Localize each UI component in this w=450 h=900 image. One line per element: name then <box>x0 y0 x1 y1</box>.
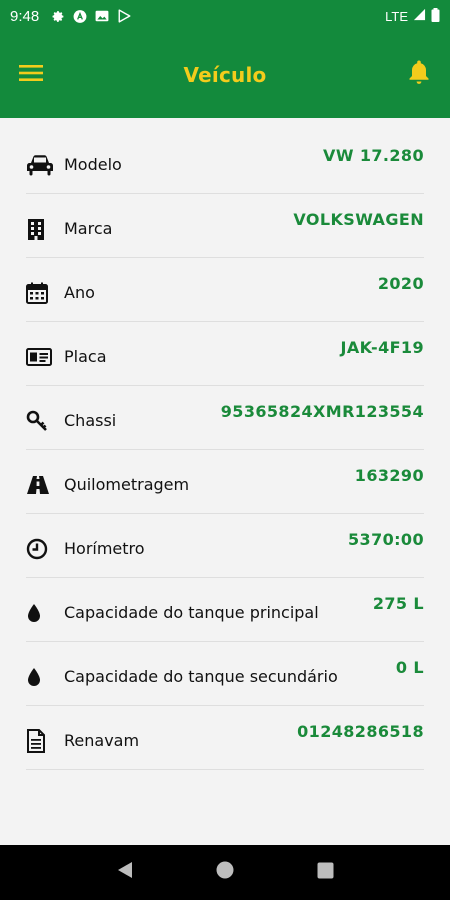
calendar-icon <box>26 281 54 305</box>
play-store-icon <box>117 9 131 23</box>
network-type: LTE <box>385 8 408 24</box>
field-value: 2020 <box>377 274 424 293</box>
recents-button[interactable] <box>313 861 337 885</box>
app-bar: Veículo <box>0 32 450 118</box>
field-label: Chassi <box>64 411 117 430</box>
document-icon <box>26 728 54 753</box>
field-label: Renavam <box>64 731 140 750</box>
page-title: Veículo <box>183 63 267 87</box>
field-value: 95365824XMR123554 <box>220 402 424 421</box>
building-icon <box>26 217 54 241</box>
field-row-tanque-secundario: Capacidade do tanque secundário 0 L <box>26 642 424 706</box>
field-row-quilometragem: Quilometragem 163290 <box>26 450 424 514</box>
field-value: 01248286518 <box>297 722 424 741</box>
car-icon <box>26 153 54 177</box>
gear-icon <box>51 9 65 23</box>
home-circle-icon <box>216 861 234 884</box>
notification-icons <box>51 9 131 23</box>
field-label: Capacidade do tanque secundário <box>64 667 338 686</box>
field-label: Ano <box>64 283 95 302</box>
menu-button[interactable] <box>18 62 44 88</box>
hamburger-icon <box>19 64 43 87</box>
field-label: Quilometragem <box>64 475 190 494</box>
system-navigation-bar <box>0 845 450 900</box>
field-row-horimetro: Horímetro 5370:00 <box>26 514 424 578</box>
vehicle-details: Modelo VW 17.280 Marca VOLKSWAGEN Ano 20… <box>0 118 450 845</box>
image-icon <box>95 9 109 23</box>
drop-icon <box>26 665 54 689</box>
key-icon <box>26 409 54 433</box>
home-button[interactable] <box>213 861 237 885</box>
back-button[interactable] <box>113 861 137 885</box>
a-circle-icon <box>73 9 87 23</box>
drop-icon <box>26 601 54 625</box>
status-time: 9:48 <box>10 7 40 25</box>
clock-icon <box>26 537 54 561</box>
recents-square-icon <box>317 862 334 884</box>
field-row-marca: Marca VOLKSWAGEN <box>26 194 424 258</box>
vehicle-field-list: Modelo VW 17.280 Marca VOLKSWAGEN Ano 20… <box>26 130 424 770</box>
field-value: JAK-4F19 <box>340 338 424 357</box>
back-triangle-icon <box>117 861 133 884</box>
field-label: Horímetro <box>64 539 145 558</box>
field-label: Marca <box>64 219 113 238</box>
field-row-modelo: Modelo VW 17.280 <box>26 130 424 194</box>
field-value: 5370:00 <box>348 530 424 549</box>
field-value: 0 L <box>395 658 424 677</box>
notifications-button[interactable] <box>404 59 434 89</box>
status-bar: 9:48 LTE <box>0 0 450 32</box>
battery-icon <box>431 7 440 25</box>
road-icon <box>26 473 54 497</box>
field-value: 275 L <box>372 594 424 613</box>
field-row-chassi: Chassi 95365824XMR123554 <box>26 386 424 450</box>
status-right: LTE <box>385 7 440 25</box>
bell-icon <box>408 59 430 90</box>
field-value: VOLKSWAGEN <box>293 210 424 229</box>
field-row-placa: Placa JAK-4F19 <box>26 322 424 386</box>
field-label: Modelo <box>64 155 122 174</box>
id-card-icon <box>26 345 54 369</box>
field-row-renavam: Renavam 01248286518 <box>26 706 424 770</box>
field-row-tanque-principal: Capacidade do tanque principal 275 L <box>26 578 424 642</box>
field-value: 163290 <box>354 466 424 485</box>
signal-icon <box>413 8 426 24</box>
field-label: Capacidade do tanque principal <box>64 603 319 622</box>
field-label: Placa <box>64 347 107 366</box>
field-value: VW 17.280 <box>323 146 424 165</box>
field-row-ano: Ano 2020 <box>26 258 424 322</box>
